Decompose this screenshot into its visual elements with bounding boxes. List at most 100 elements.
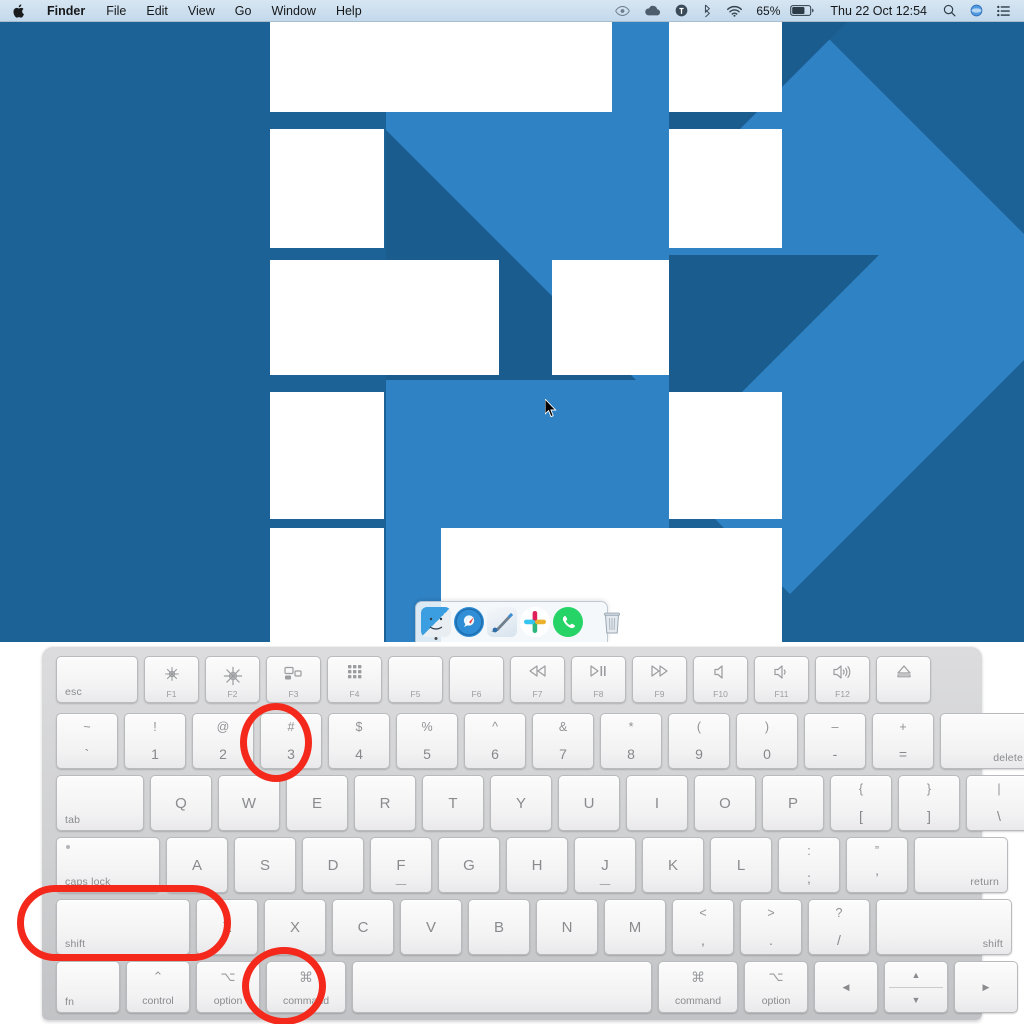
key-b[interactable]: B	[468, 899, 530, 955]
key-k[interactable]: K	[642, 837, 704, 893]
key-7[interactable]: & 7	[532, 713, 594, 769]
menu-item-window[interactable]: Window	[261, 0, 325, 22]
key-f2[interactable]: F2	[205, 656, 260, 703]
apple-logo-icon[interactable]	[8, 3, 36, 18]
menu-item-help[interactable]: Help	[326, 0, 372, 22]
menu-bar[interactable]: Finder File Edit View Go Window Help 65%…	[0, 0, 1024, 22]
menu-item-go[interactable]: Go	[225, 0, 262, 22]
key-f12[interactable]: F12	[815, 656, 870, 703]
key-i[interactable]: I	[626, 775, 688, 831]
key-delete[interactable]: delete	[940, 713, 1024, 769]
app-badge-icon[interactable]	[668, 4, 695, 17]
dock-item-trash[interactable]	[597, 607, 627, 637]
key-o[interactable]: O	[694, 775, 756, 831]
key-2[interactable]: @ 2	[192, 713, 254, 769]
key-f6[interactable]: F6	[449, 656, 504, 703]
key-8[interactable]: * 8	[600, 713, 662, 769]
key-6[interactable]: ^ 6	[464, 713, 526, 769]
key-t[interactable]: T	[422, 775, 484, 831]
menu-item-finder[interactable]: Finder	[36, 0, 96, 22]
key-1[interactable]: ! 1	[124, 713, 186, 769]
key-a[interactable]: A	[166, 837, 228, 893]
key-5[interactable]: % 5	[396, 713, 458, 769]
desktop[interactable]: Finder File Edit View Go Window Help 65%…	[0, 0, 1024, 642]
key-l[interactable]: L	[710, 837, 772, 893]
key-s[interactable]: S	[234, 837, 296, 893]
menu-bar-clock[interactable]: Thu 22 Oct 12:54	[821, 4, 936, 18]
key-shift[interactable]: shift	[56, 899, 190, 955]
key-arrow-up-down[interactable]: ▲ ▼	[884, 961, 948, 1013]
cloud-icon[interactable]	[637, 5, 668, 17]
key-f3[interactable]: F3	[266, 656, 321, 703]
key-f1[interactable]: F1	[144, 656, 199, 703]
search-icon[interactable]	[936, 4, 963, 17]
key-e[interactable]: E	[286, 775, 348, 831]
arrow-up-icon[interactable]: ▲	[885, 962, 947, 987]
key-k9[interactable]: > .	[740, 899, 802, 955]
key-g[interactable]: G	[438, 837, 500, 893]
dock-item-finder[interactable]	[421, 607, 451, 640]
key-f5[interactable]: F5	[388, 656, 443, 703]
key-f11[interactable]: F11	[754, 656, 809, 703]
battery-icon[interactable]	[783, 5, 821, 16]
key-c[interactable]: C	[332, 899, 394, 955]
key-f[interactable]: F	[370, 837, 432, 893]
key-k13[interactable]: | \	[966, 775, 1024, 831]
dock-item-slack[interactable]	[520, 607, 550, 637]
key-shift[interactable]: shift	[876, 899, 1012, 955]
key-return[interactable]: return	[914, 837, 1008, 893]
key-9[interactable]: ( 9	[668, 713, 730, 769]
key-fn[interactable]: fn	[56, 961, 120, 1013]
key-k12[interactable]: + =	[872, 713, 934, 769]
key-h[interactable]: H	[506, 837, 568, 893]
key-option[interactable]: ⌥ option	[744, 961, 808, 1013]
key-k11[interactable]: ” ’	[846, 837, 908, 893]
siri-icon[interactable]	[963, 4, 990, 17]
key-f7[interactable]: F7	[510, 656, 565, 703]
key-arrow-left[interactable]: ◀	[814, 961, 878, 1013]
key-j[interactable]: J	[574, 837, 636, 893]
dock-item-preview[interactable]	[487, 607, 517, 637]
key-key[interactable]	[352, 961, 652, 1013]
key-0[interactable]: ) 0	[736, 713, 798, 769]
dock-item-safari[interactable]	[454, 607, 484, 637]
key-q[interactable]: Q	[150, 775, 212, 831]
key-arrow-right[interactable]: ▶	[954, 961, 1018, 1013]
key-k12[interactable]: } ]	[898, 775, 960, 831]
key-f8[interactable]: F8	[571, 656, 626, 703]
key-4[interactable]: $ 4	[328, 713, 390, 769]
key-k8[interactable]: < ,	[672, 899, 734, 955]
key-z[interactable]: Z	[196, 899, 258, 955]
key-k10[interactable]: : ;	[778, 837, 840, 893]
key-eject[interactable]	[876, 656, 931, 703]
dock[interactable]	[415, 601, 620, 642]
key-control[interactable]: ⌃ control	[126, 961, 190, 1013]
arrow-down-icon[interactable]: ▼	[885, 987, 947, 1012]
key-r[interactable]: R	[354, 775, 416, 831]
key-option[interactable]: ⌥ option	[196, 961, 260, 1013]
notification-center-icon[interactable]	[990, 5, 1017, 17]
key-k10[interactable]: ? /	[808, 899, 870, 955]
key-v[interactable]: V	[400, 899, 462, 955]
key-k0[interactable]: ~ `	[56, 713, 118, 769]
key-tab[interactable]: tab	[56, 775, 144, 831]
wifi-icon[interactable]	[719, 5, 750, 17]
key-3[interactable]: # 3	[260, 713, 322, 769]
key-command[interactable]: ⌘ command	[658, 961, 738, 1013]
key-f10[interactable]: F10	[693, 656, 748, 703]
menu-item-file[interactable]: File	[96, 0, 136, 22]
key-m[interactable]: M	[604, 899, 666, 955]
key-caps-lock[interactable]: caps lock	[56, 837, 160, 893]
key-f9[interactable]: F9	[632, 656, 687, 703]
menu-item-view[interactable]: View	[178, 0, 225, 22]
key-k11[interactable]: { [	[830, 775, 892, 831]
key-w[interactable]: W	[218, 775, 280, 831]
key-x[interactable]: X	[264, 899, 326, 955]
menu-item-edit[interactable]: Edit	[136, 0, 178, 22]
key-k11[interactable]: – -	[804, 713, 866, 769]
dock-item-whatsapp[interactable]	[553, 607, 583, 637]
key-u[interactable]: U	[558, 775, 620, 831]
key-y[interactable]: Y	[490, 775, 552, 831]
key-f4[interactable]: F4	[327, 656, 382, 703]
key-command[interactable]: ⌘ command	[266, 961, 346, 1013]
